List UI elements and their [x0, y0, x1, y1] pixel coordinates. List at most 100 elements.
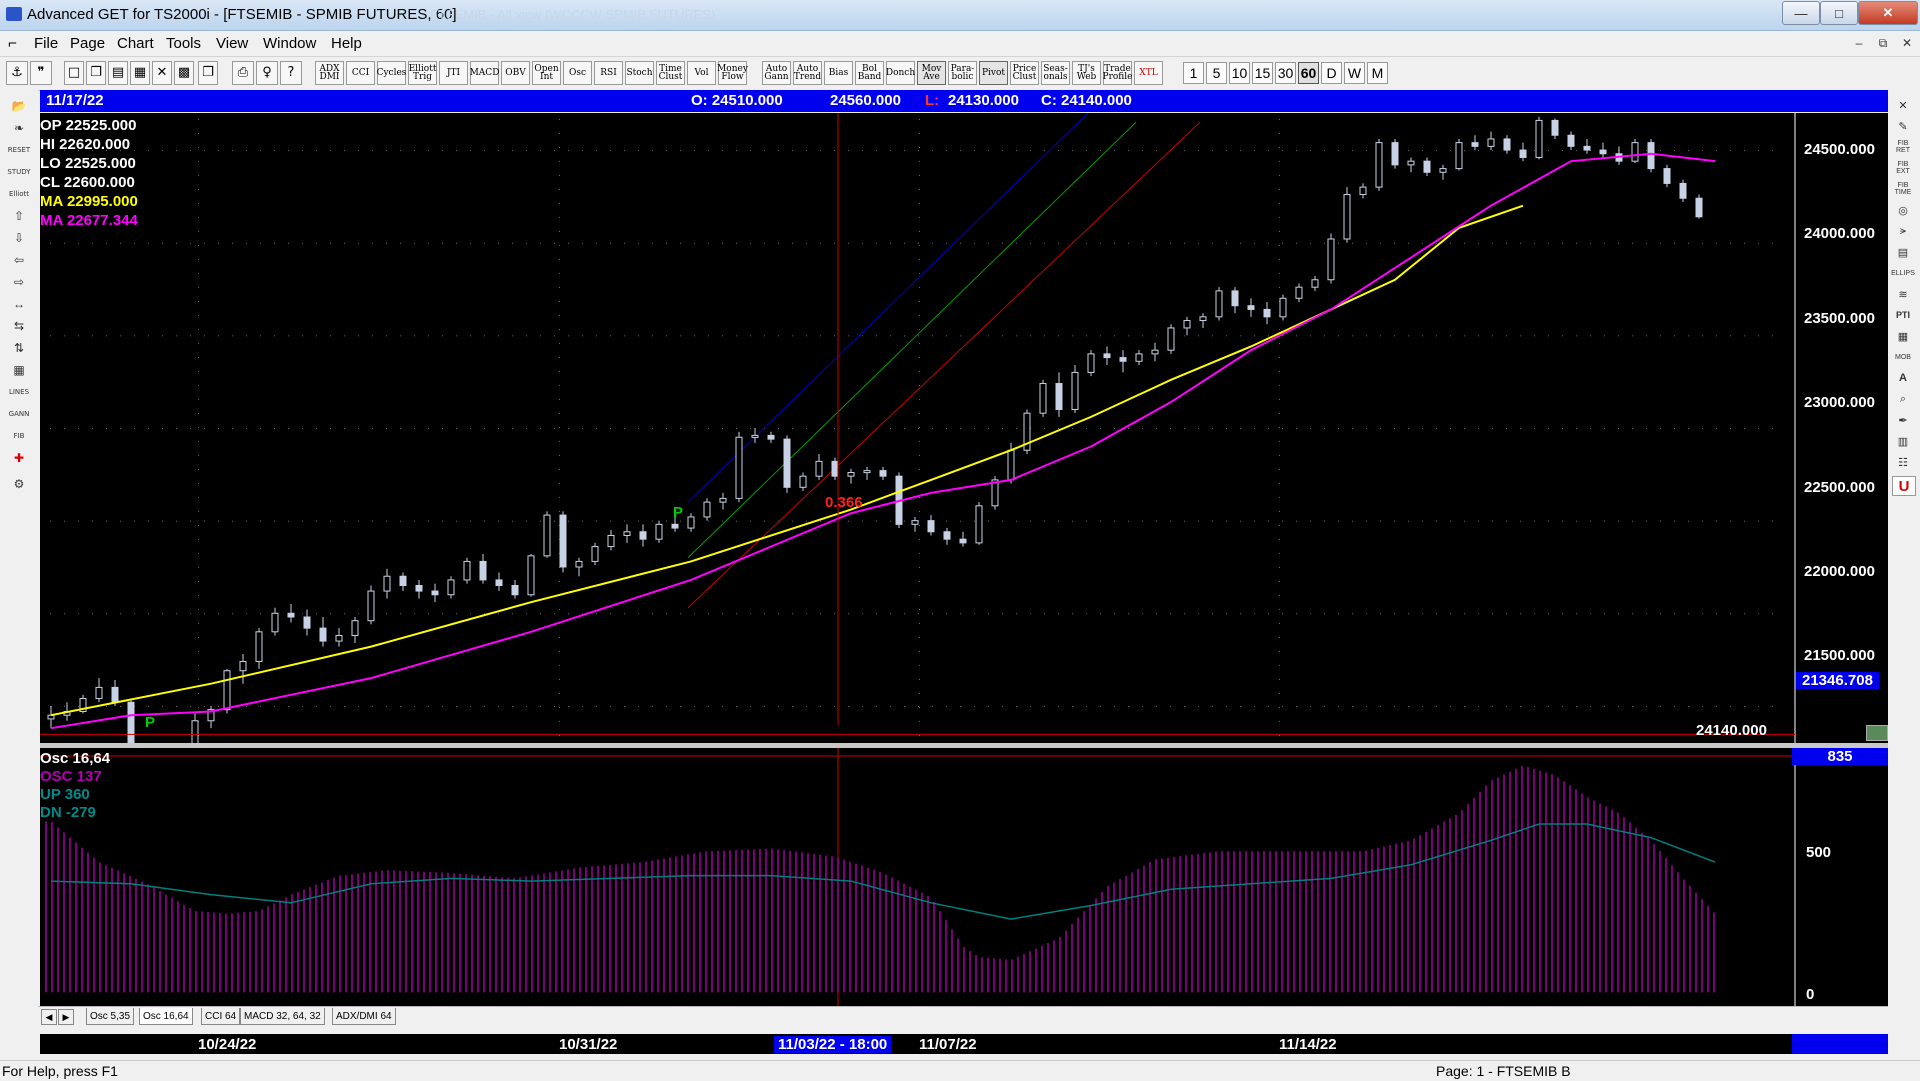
oscillator-chart[interactable]	[40, 748, 1888, 1006]
study-bias-button[interactable]: Bias	[824, 61, 853, 85]
menu-chart[interactable]: Chart	[117, 35, 154, 52]
lines-tool[interactable]: LINES	[5, 382, 33, 402]
context-help-icon[interactable]: ?	[280, 61, 302, 85]
pattern-icon[interactable]: ❧	[5, 118, 33, 138]
reset-tool[interactable]: RESET	[5, 140, 33, 160]
help-icon[interactable]: ♀	[256, 61, 278, 85]
study-cci-button[interactable]: CCI	[346, 61, 375, 85]
copy-page-icon[interactable]: ❐	[86, 61, 106, 85]
export-icon[interactable]: ❐	[198, 61, 218, 85]
study-open-int-button[interactable]: Open Int	[532, 61, 561, 85]
minimize-button[interactable]: —	[1782, 1, 1820, 25]
study-jti-button[interactable]: JTI	[439, 61, 468, 85]
study-obv-button[interactable]: OBV	[501, 61, 530, 85]
arrow-down-icon[interactable]: ⇩	[5, 228, 33, 248]
fib-ret-tool[interactable]: FIB RET	[1892, 138, 1914, 156]
fib-tool[interactable]: FIB	[5, 426, 33, 446]
zoom-icon[interactable]: ✕	[152, 61, 172, 85]
layout-icon[interactable]: ▤	[108, 61, 128, 85]
settings-icon[interactable]: ⚙	[5, 474, 33, 494]
price-chart[interactable]: P P 0.366	[40, 113, 1888, 743]
timeframe-60-button[interactable]: 60	[1298, 62, 1319, 84]
study-donch-button[interactable]: Donch	[886, 61, 915, 85]
study-time-clust-button[interactable]: Time Clust	[656, 61, 685, 85]
table-icon[interactable]: ▥	[1892, 432, 1914, 450]
study-vol-button[interactable]: Vol	[687, 61, 716, 85]
menu-window[interactable]: Window	[263, 35, 316, 52]
study-tool[interactable]: STUDY	[5, 162, 33, 182]
magnify-icon[interactable]: ⌕	[1892, 390, 1914, 408]
tab-macd-32-64-32[interactable]: MACD 32, 64, 32	[240, 1008, 325, 1025]
study-auto-trend-button[interactable]: Auto Trend	[793, 61, 822, 85]
mdi-restore-button[interactable]: ⧉	[1873, 34, 1893, 52]
mdi-close-button[interactable]: ✕	[1897, 34, 1917, 52]
document-icon[interactable]: ⌐	[8, 35, 17, 52]
u-icon[interactable]: U	[1892, 476, 1916, 496]
study-price-clust-button[interactable]: Price Clust	[1010, 61, 1039, 85]
arrow-left-icon[interactable]: ⇦	[5, 250, 33, 270]
timeframe-30-button[interactable]: 30	[1275, 62, 1296, 84]
pti-tool[interactable]: PTI	[1892, 306, 1914, 324]
timeframe-1-button[interactable]: 1	[1183, 62, 1204, 84]
menu-file[interactable]: File	[34, 35, 58, 52]
study-bol-band-button[interactable]: Bol Band	[855, 61, 884, 85]
menu-tools[interactable]: Tools	[166, 35, 201, 52]
study-adx-dmi-button[interactable]: ADX DMI	[315, 61, 344, 85]
open-icon[interactable]: 📂	[5, 96, 33, 116]
mob-tool[interactable]: MOB	[1892, 348, 1914, 366]
grid-icon[interactable]: ▩	[174, 61, 194, 85]
timeframe-10-button[interactable]: 10	[1229, 62, 1250, 84]
study-xtl-button[interactable]: XTL	[1134, 61, 1163, 85]
tab-osc-5-35[interactable]: Osc 5,35	[86, 1008, 135, 1025]
print-icon[interactable]: ⎙	[232, 61, 254, 85]
arrow-up-icon[interactable]: ⇧	[5, 206, 33, 226]
study-stoch-button[interactable]: Stoch	[625, 61, 654, 85]
study-osc-button[interactable]: Osc	[563, 61, 592, 85]
tab-adx-dmi-64[interactable]: ADX/DMI 64	[332, 1008, 396, 1025]
notes-icon[interactable]: ☷	[1892, 453, 1914, 471]
study-auto-gann-button[interactable]: Auto Gann	[762, 61, 791, 85]
crosshair-icon[interactable]: ✚	[5, 448, 33, 468]
study-parabolic-button[interactable]: Para- bolic	[948, 61, 977, 85]
menu-page[interactable]: Page	[70, 35, 105, 52]
wave-icon[interactable]: ≋	[1892, 285, 1914, 303]
elliott-tool[interactable]: Elliott	[5, 184, 33, 204]
study-cycles-button[interactable]: Cycles	[377, 61, 406, 85]
oscillator-panel[interactable]: Osc 16,64 OSC 137 UP 360 DN -279 500 0 8…	[40, 748, 1888, 1006]
fib-ext-tool[interactable]: FIB EXT	[1892, 159, 1914, 177]
tab-prev-icon[interactable]: ◀	[41, 1009, 57, 1025]
tile-icon[interactable]: ▦	[130, 61, 150, 85]
quote-icon[interactable]: ❞	[30, 61, 52, 85]
new-page-icon[interactable]: □	[64, 61, 84, 85]
timeframe-w-button[interactable]: W	[1344, 62, 1365, 84]
tab-osc-16-64[interactable]: Osc 16,64	[139, 1008, 193, 1025]
zoom-h-icon[interactable]: ↔	[5, 294, 33, 314]
study-elliott-trig-button[interactable]: Elliott Trig	[408, 61, 437, 85]
mdi-minimize-button[interactable]: –	[1849, 34, 1869, 52]
tab-cci-64[interactable]: CCI 64	[201, 1008, 241, 1025]
panel-resize-icon[interactable]	[1866, 725, 1888, 741]
fan-icon[interactable]: ⪫	[1892, 222, 1914, 240]
box-icon[interactable]: ▤	[1892, 243, 1914, 261]
ellipse-tool[interactable]: ELLIPS	[1891, 264, 1915, 282]
timeframe-5-button[interactable]: 5	[1206, 62, 1227, 84]
arrow-right-icon[interactable]: ⇨	[5, 272, 33, 292]
study-money-flow-button[interactable]: Money Flow	[717, 61, 748, 85]
scroll-h-icon[interactable]: ⇆	[5, 316, 33, 336]
timeframe-15-button[interactable]: 15	[1252, 62, 1273, 84]
grid-icon[interactable]: ▦	[1892, 327, 1914, 345]
study-tjs-web-button[interactable]: TJ's Web	[1072, 61, 1101, 85]
gann-tool[interactable]: GANN	[5, 404, 33, 424]
study-pivot-button[interactable]: Pivot	[979, 61, 1008, 85]
timeframe-m-button[interactable]: M	[1367, 62, 1388, 84]
study-seasonals-button[interactable]: Seas- onals	[1041, 61, 1070, 85]
study-mov-ave-button[interactable]: Mov Ave	[917, 61, 946, 85]
close-button[interactable]: ✕	[1858, 1, 1918, 25]
scroll-v-icon[interactable]: ⇅	[5, 338, 33, 358]
study-rsi-button[interactable]: RSI	[594, 61, 623, 85]
timeframe-d-button[interactable]: D	[1321, 62, 1342, 84]
fib-time-tool[interactable]: FIB TIME	[1892, 180, 1914, 198]
text-icon[interactable]: A	[1892, 369, 1914, 387]
grid-icon[interactable]: ▦	[5, 360, 33, 380]
price-chart-panel[interactable]: P P 0.366 OP 22525.000 HI 22620.000 LO 225…	[40, 113, 1888, 743]
